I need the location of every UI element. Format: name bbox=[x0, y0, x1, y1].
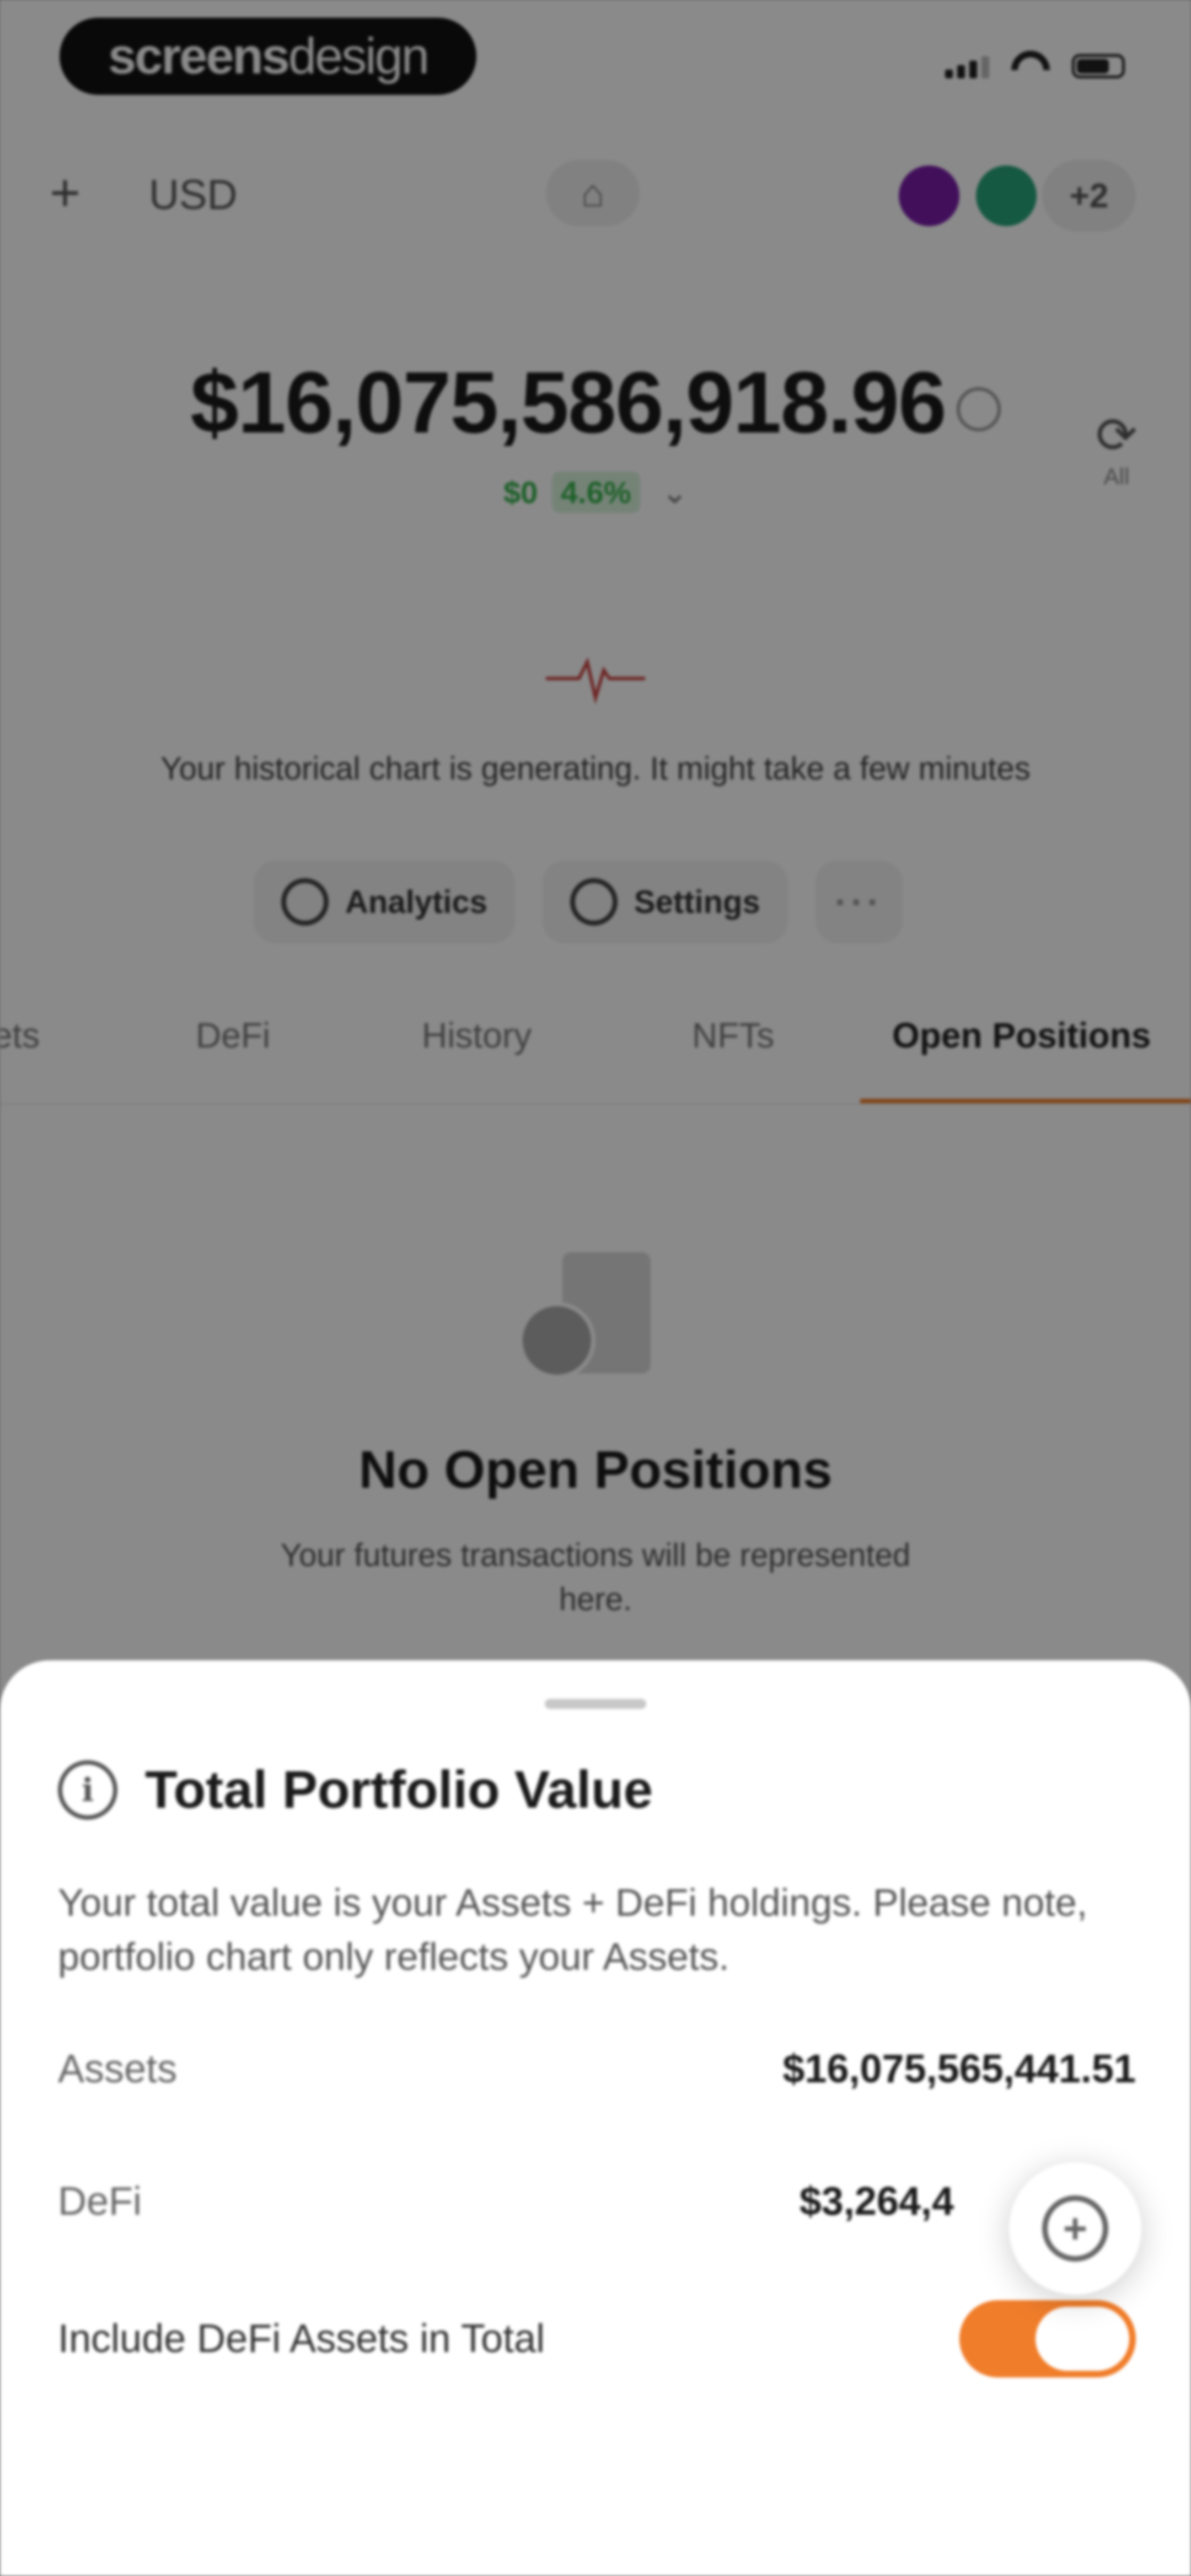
assets-label: Assets bbox=[58, 2047, 178, 2091]
portfolio-screen: screens design + USD ⌂ +2 $16,075,586,918… bbox=[0, 0, 1191, 2576]
include-defi-row: Include DeFi Assets in Total bbox=[58, 2300, 1136, 2377]
toggle-knob bbox=[1036, 2307, 1129, 2371]
sheet-title: Total Portfolio Value bbox=[145, 1760, 653, 1819]
sheet-header: i Total Portfolio Value bbox=[58, 1760, 653, 1820]
sheet-drag-handle[interactable] bbox=[545, 1699, 646, 1709]
defi-label: DeFi bbox=[58, 2179, 142, 2224]
defi-value: $3,264,4 bbox=[799, 2179, 954, 2224]
sparkle-add-icon: + bbox=[1042, 2195, 1108, 2262]
sheet-description: Your total value is your Assets + DeFi h… bbox=[58, 1881, 1088, 1978]
floating-action-button[interactable]: + bbox=[1009, 2162, 1141, 2295]
info-icon: i bbox=[58, 1760, 117, 1820]
defi-row: DeFi $3,264,4 bbox=[58, 2179, 1136, 2224]
total-portfolio-sheet: i Total Portfolio Value Your total value… bbox=[0, 1660, 1191, 2576]
include-defi-label: Include DeFi Assets in Total bbox=[58, 2317, 545, 2361]
assets-row: Assets $16,075,565,441.51 bbox=[58, 2046, 1136, 2092]
include-defi-toggle[interactable] bbox=[959, 2300, 1136, 2377]
assets-value: $16,075,565,441.51 bbox=[782, 2047, 1136, 2091]
